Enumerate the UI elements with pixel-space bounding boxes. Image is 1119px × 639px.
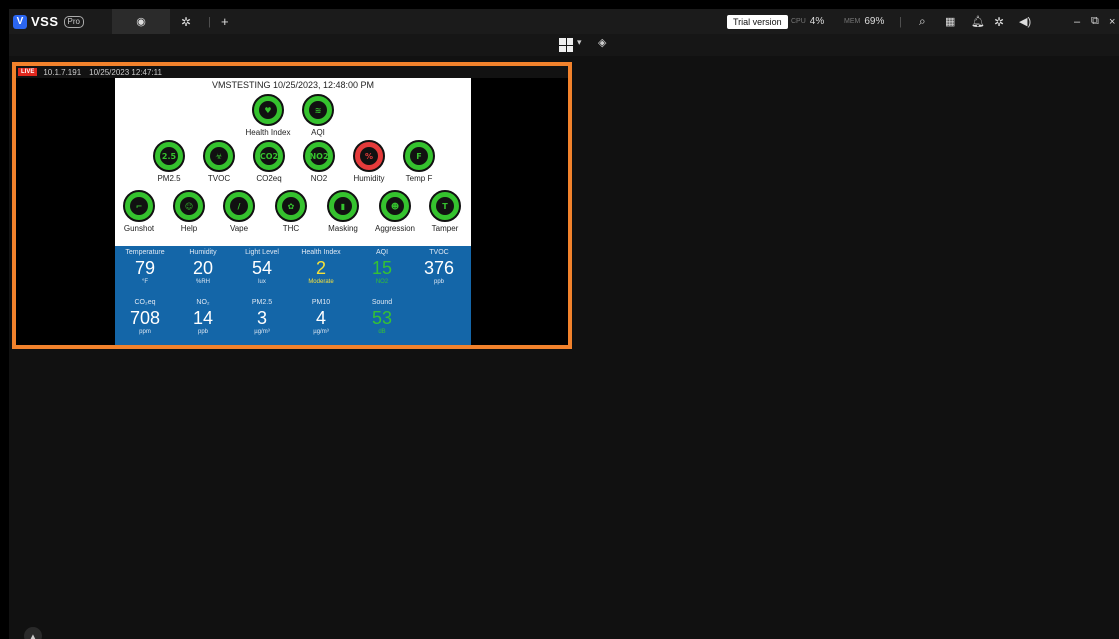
volume-icon: ◀) bbox=[1019, 16, 1032, 28]
chevron-up-icon: ▲ bbox=[29, 631, 37, 639]
bell-icon: 🔔︎ bbox=[971, 16, 985, 28]
temp-f-icon: F bbox=[403, 140, 435, 172]
reading-temperature: Temperature 79 °F bbox=[125, 249, 165, 285]
reading-co2eq: CO₂eq 708 ppm bbox=[129, 299, 161, 335]
notifications-button[interactable]: 🔔︎ bbox=[971, 9, 985, 34]
readings-panel: Temperature 79 °F Humidity 20 %RH Light … bbox=[115, 246, 471, 345]
settings-button[interactable]: ✲ bbox=[994, 9, 1004, 34]
close-button[interactable]: × bbox=[1109, 9, 1115, 34]
title-bar: V VSS Pro ◉ ✲ | + Trial version CPU 4% M… bbox=[9, 9, 1119, 34]
tile-timestamp: 10/25/2023 12:47:11 bbox=[89, 67, 162, 77]
aqi-label: AQI bbox=[311, 128, 325, 137]
humidity-alert-icon: % bbox=[353, 140, 385, 172]
reading-health-index: Health Index 2 Moderate bbox=[301, 249, 341, 285]
gear-icon: ✲ bbox=[994, 14, 1005, 29]
app-logo: V VSS Pro bbox=[13, 9, 84, 34]
reading-pm25: PM2.5 3 µg/m³ bbox=[251, 299, 273, 335]
tamper-label: Tamper bbox=[431, 224, 459, 233]
restore-icon: ⧉ bbox=[1091, 15, 1099, 27]
aggression-icon: ☻ bbox=[379, 190, 411, 222]
view-toggle-icon[interactable]: ◈ bbox=[598, 36, 606, 49]
plus-icon: + bbox=[221, 14, 229, 29]
tab-liveview[interactable]: ◉ bbox=[112, 9, 170, 34]
volume-button[interactable]: ◀) bbox=[1019, 9, 1031, 34]
reading-aqi: AQI 15 NO2 bbox=[371, 249, 393, 285]
layout-dropdown-icon[interactable]: ▾ bbox=[577, 37, 582, 48]
minimize-icon: – bbox=[1074, 15, 1081, 28]
trial-button[interactable]: Trial version bbox=[727, 9, 788, 34]
apps-button[interactable]: ▦ bbox=[945, 9, 955, 34]
health-index-icon: ♥ bbox=[252, 94, 284, 126]
vape-icon: / bbox=[223, 190, 255, 222]
view-toolbar: ▾ ◈ bbox=[9, 34, 1119, 56]
reading-sound: Sound 53 dB bbox=[371, 299, 393, 335]
tile-header: LIVE 10.1.7.191 10/25/2023 12:47:11 bbox=[16, 66, 568, 78]
camera-tile[interactable]: LIVE 10.1.7.191 10/25/2023 12:47:11 VMST… bbox=[12, 62, 572, 349]
gunshot-icon: ⌐ bbox=[123, 190, 155, 222]
reading-humidity: Humidity 20 %RH bbox=[189, 249, 217, 285]
mem-meter: MEM 69% bbox=[844, 9, 884, 34]
temp-f-label: Temp F bbox=[405, 174, 433, 183]
thc-icon: ✿ bbox=[275, 190, 307, 222]
reading-no2: NO₂ 14 ppb bbox=[192, 299, 214, 335]
no2-icon: NO2 bbox=[303, 140, 335, 172]
masking-icon: ▮ bbox=[327, 190, 359, 222]
dashboard-title: VMSTESTING 10/25/2023, 12:48:00 PM bbox=[211, 80, 375, 90]
search-button[interactable]: ⌕ bbox=[919, 9, 926, 34]
reading-tvoc: TVOC 376 ppb bbox=[423, 249, 455, 285]
app-window: V VSS Pro ◉ ✲ | + Trial version CPU 4% M… bbox=[9, 9, 1119, 639]
aqi-icon: ≋ bbox=[302, 94, 334, 126]
mem-value: 69% bbox=[864, 16, 885, 27]
tvoc-icon: ☣ bbox=[203, 140, 235, 172]
trial-label: Trial version bbox=[727, 14, 788, 29]
search-icon: ⌕ bbox=[919, 14, 926, 28]
cpu-label: CPU bbox=[791, 18, 806, 25]
reading-pm10: PM10 4 µg/m³ bbox=[311, 299, 331, 335]
eye-icon: ◉ bbox=[136, 16, 146, 28]
help-icon: ☺ bbox=[173, 190, 205, 222]
tamper-icon: T bbox=[429, 190, 461, 222]
mem-label: MEM bbox=[844, 18, 861, 25]
cpu-meter: CPU 4% bbox=[791, 9, 824, 34]
layout-grid-icon[interactable] bbox=[559, 38, 573, 52]
status-divider: | bbox=[899, 15, 902, 28]
pm25-icon: 2.5 bbox=[153, 140, 185, 172]
tab-settings[interactable]: ✲ bbox=[181, 9, 191, 34]
add-tab-button[interactable]: + bbox=[221, 9, 229, 34]
minimize-button[interactable]: – bbox=[1074, 9, 1080, 34]
reading-light-level: Light Level 54 lux bbox=[245, 249, 279, 285]
live-badge: LIVE bbox=[18, 68, 38, 76]
close-icon: × bbox=[1109, 15, 1116, 28]
co2eq-icon: CO2 bbox=[253, 140, 285, 172]
vss-logo-icon: V bbox=[13, 14, 27, 29]
grid-apps-icon: ▦ bbox=[945, 16, 956, 28]
app-name: VSS bbox=[31, 14, 59, 29]
pro-badge: Pro bbox=[63, 15, 84, 28]
camera-ip: 10.1.7.191 bbox=[43, 67, 82, 77]
sensor-dashboard: VMSTESTING 10/25/2023, 12:48:00 PM ♥ Hea… bbox=[115, 78, 471, 345]
gear-icon: ✲ bbox=[181, 14, 192, 29]
expand-panel-button[interactable]: ▲ bbox=[24, 627, 42, 639]
restore-button[interactable]: ⧉ bbox=[1091, 9, 1099, 34]
cpu-value: 4% bbox=[809, 16, 825, 27]
tab-divider: | bbox=[208, 15, 211, 28]
